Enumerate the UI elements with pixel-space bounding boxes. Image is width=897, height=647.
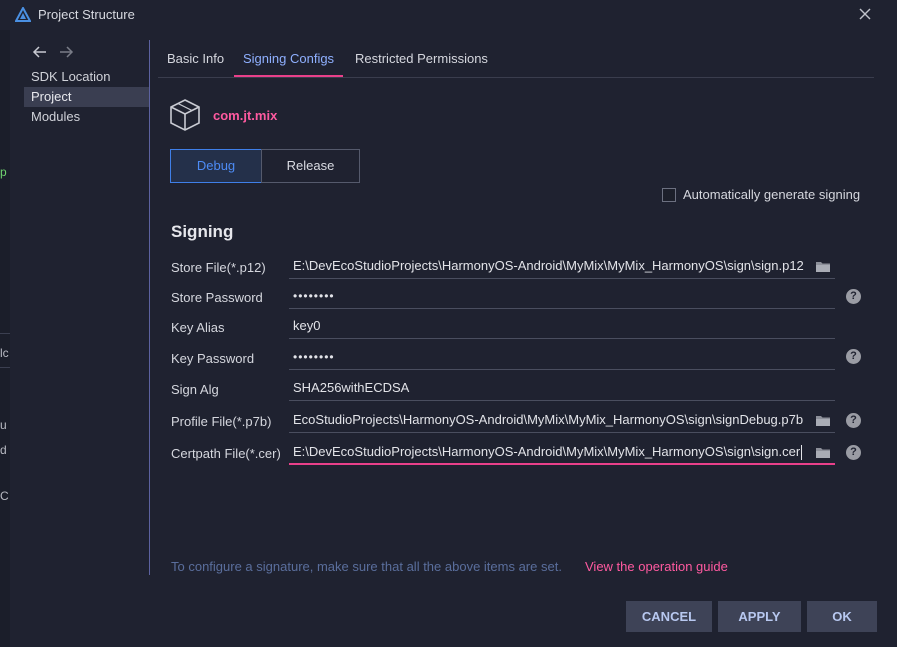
arrow-right-icon[interactable] — [58, 44, 74, 60]
profile-file-value: EcoStudioProjects\HarmonyOS-Android\MyMi… — [293, 412, 804, 427]
sidebar-item-modules[interactable]: Modules — [24, 107, 149, 127]
profile-file-field[interactable]: EcoStudioProjects\HarmonyOS-Android\MyMi… — [289, 409, 835, 433]
auto-signing-label: Automatically generate signing — [683, 187, 861, 202]
tab-restricted-permissions[interactable]: Restricted Permissions — [346, 40, 497, 77]
edge-text: d — [0, 443, 7, 457]
deveco-triangle-icon — [15, 7, 31, 22]
edge-text: p — [0, 165, 7, 179]
package-name: com.jt.mix — [213, 108, 278, 123]
background-window-edge: p lc u d C — [0, 30, 10, 647]
apply-button[interactable]: APPLY — [718, 601, 801, 632]
folder-icon[interactable] — [815, 260, 831, 273]
certpath-file-label: Certpath File(*.cer) — [171, 446, 281, 461]
text-caret — [801, 445, 803, 461]
package-box-icon — [170, 99, 200, 131]
help-icon[interactable]: ? — [846, 349, 861, 364]
arrow-left-icon[interactable] — [32, 44, 48, 60]
auto-signing-option[interactable]: Automatically generate signing — [662, 187, 860, 202]
certpath-file-field[interactable]: E:\DevEcoStudioProjects\HarmonyOS-Androi… — [289, 441, 835, 465]
sidebar-item-sdk-location[interactable]: SDK Location — [24, 67, 149, 87]
tab-signing-configs[interactable]: Signing Configs — [234, 40, 344, 77]
certpath-file-value: E:\DevEcoStudioProjects\HarmonyOS-Androi… — [293, 444, 801, 459]
sign-alg-label: Sign Alg — [171, 382, 219, 397]
sidebar: SDK Location Project Modules — [24, 38, 150, 588]
store-file-value: E:\DevEcoStudioProjects\HarmonyOS-Androi… — [293, 258, 804, 273]
cancel-button[interactable]: CANCEL — [626, 601, 712, 632]
title-bar: Project Structure — [0, 0, 897, 30]
sign-alg-value: SHA256withECDSA — [293, 380, 410, 395]
key-password-label: Key Password — [171, 351, 255, 366]
help-icon[interactable]: ? — [846, 445, 861, 460]
store-file-label: Store File(*.p12) — [171, 260, 266, 275]
signing-section-title: Signing — [171, 222, 234, 241]
key-alias-value: key0 — [293, 318, 321, 333]
folder-icon[interactable] — [815, 446, 831, 459]
edge-text: lc — [0, 346, 9, 360]
key-alias-field[interactable]: key0 — [289, 315, 835, 339]
debug-button[interactable]: Debug — [170, 149, 262, 183]
tab-bar: Basic Info Signing Configs Restricted Pe… — [158, 40, 874, 78]
profile-file-label: Profile File(*.p7b) — [171, 414, 272, 429]
edge-text: C — [0, 489, 9, 503]
help-icon[interactable]: ? — [846, 413, 861, 428]
store-password-value: •••••••• — [293, 289, 335, 303]
sidebar-item-project[interactable]: Project — [24, 87, 149, 107]
sidebar-divider — [149, 40, 150, 575]
close-icon[interactable] — [857, 6, 873, 22]
edge-divider — [0, 333, 10, 334]
folder-icon[interactable] — [815, 414, 831, 427]
store-password-label: Store Password — [171, 290, 263, 305]
ok-button[interactable]: OK — [807, 601, 877, 632]
operation-guide-link[interactable]: View the operation guide — [585, 559, 728, 574]
key-alias-label: Key Alias — [171, 320, 225, 335]
store-file-field[interactable]: E:\DevEcoStudioProjects\HarmonyOS-Androi… — [289, 255, 835, 279]
tab-basic-info[interactable]: Basic Info — [158, 40, 233, 77]
release-button[interactable]: Release — [261, 149, 360, 183]
key-password-value: •••••••• — [293, 350, 335, 364]
sign-alg-field[interactable]: SHA256withECDSA — [289, 377, 835, 401]
edge-text: u — [0, 418, 7, 432]
signing-hint: To configure a signature, make sure that… — [171, 559, 562, 574]
help-icon[interactable]: ? — [846, 289, 861, 304]
window-title: Project Structure — [38, 7, 135, 22]
key-password-field[interactable]: •••••••• — [289, 346, 835, 370]
store-password-field[interactable]: •••••••• — [289, 285, 835, 309]
edge-divider — [0, 367, 10, 368]
nav-arrows — [32, 44, 74, 60]
auto-signing-checkbox[interactable] — [662, 187, 676, 202]
